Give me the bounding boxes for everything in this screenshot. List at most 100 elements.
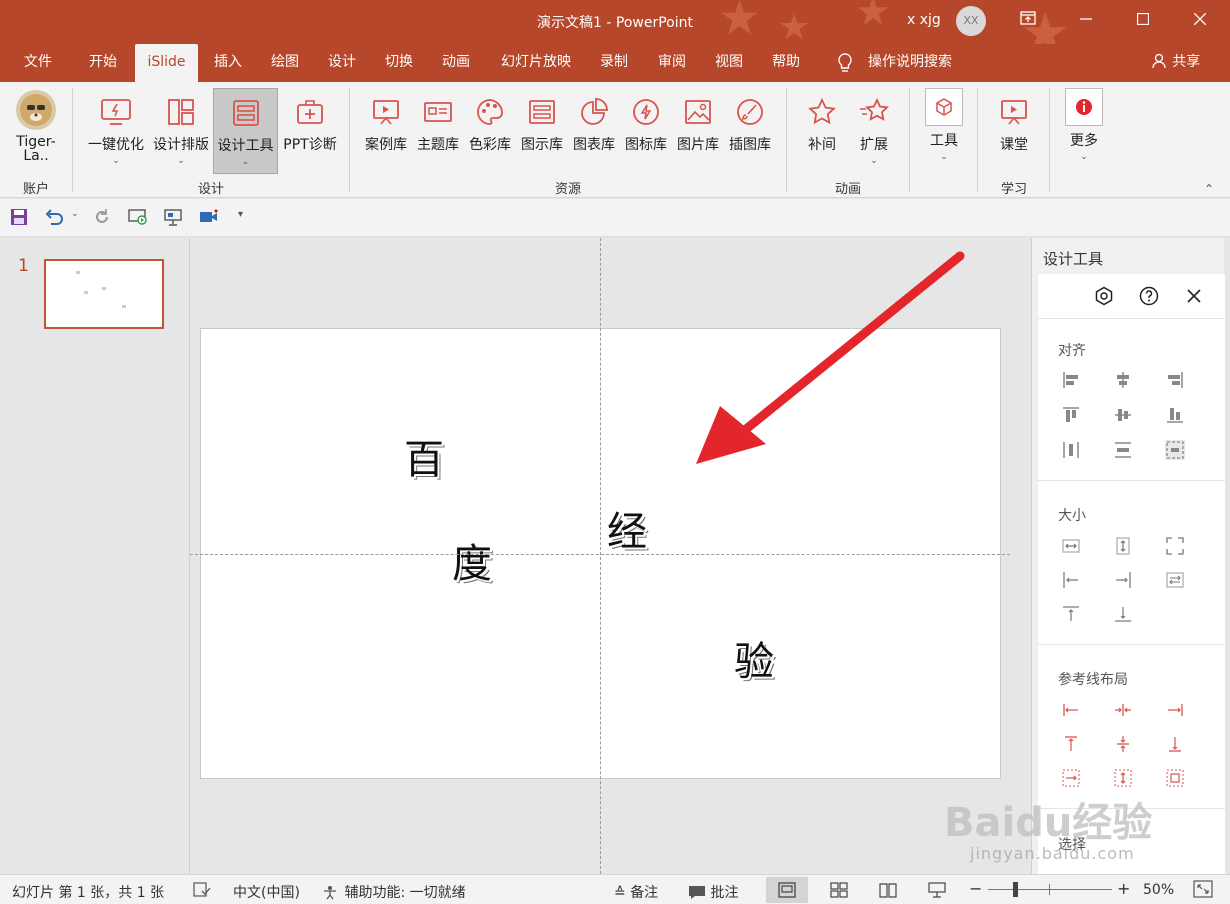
minimize-icon[interactable] xyxy=(1058,0,1114,40)
record-video-icon[interactable] xyxy=(199,208,219,228)
guide-center-v-icon[interactable] xyxy=(1113,734,1133,754)
tab-home[interactable]: 开始 xyxy=(78,44,128,82)
slide-sorter-button[interactable] xyxy=(818,877,860,903)
tab-islide[interactable]: iSlide xyxy=(135,44,198,82)
notes-button[interactable]: ≙ 备注 xyxy=(614,882,658,902)
slide-thumbnail[interactable] xyxy=(44,259,164,329)
tab-insert[interactable]: 插入 xyxy=(204,44,252,82)
vertical-guide-line[interactable] xyxy=(600,238,601,874)
zoom-in-button[interactable]: + xyxy=(1117,879,1130,898)
align-center-icon[interactable] xyxy=(1113,370,1133,390)
guide-center-h-icon[interactable] xyxy=(1113,700,1133,720)
slide-text-char[interactable]: 验 xyxy=(734,629,774,687)
same-width-icon[interactable] xyxy=(1061,536,1081,556)
lightbulb-icon[interactable] xyxy=(830,44,860,82)
tell-me-search[interactable]: 操作说明搜索 xyxy=(862,44,958,82)
comments-button[interactable]: 批注 xyxy=(688,882,738,902)
tools-button[interactable]: 工具 ⌄ xyxy=(918,88,970,174)
zoom-slider-track[interactable] xyxy=(988,889,1112,890)
diagram-library-button[interactable]: 图示库 xyxy=(516,88,568,174)
align-left-icon[interactable] xyxy=(1061,370,1081,390)
close-pane-icon[interactable] xyxy=(1184,286,1204,306)
guide-top-icon[interactable] xyxy=(1061,734,1081,754)
color-library-button[interactable]: 色彩库 xyxy=(464,88,516,174)
align-middle-icon[interactable] xyxy=(1113,405,1133,425)
undo-dropdown-icon[interactable]: ⌄ xyxy=(71,209,79,219)
tab-review[interactable]: 审阅 xyxy=(648,44,696,82)
collapse-ribbon-icon[interactable]: ⌃ xyxy=(1204,182,1214,196)
undo-icon[interactable] xyxy=(44,208,64,228)
guide-bottom-icon[interactable] xyxy=(1165,734,1185,754)
tab-file[interactable]: 文件 xyxy=(14,44,62,82)
tab-view[interactable]: 视图 xyxy=(705,44,753,82)
guide-margin-h-icon[interactable] xyxy=(1061,768,1081,788)
close-icon[interactable] xyxy=(1172,0,1228,40)
classroom-button[interactable]: 课堂 xyxy=(988,88,1040,174)
align-bottom-icon[interactable] xyxy=(1165,405,1185,425)
save-icon[interactable] xyxy=(10,208,30,228)
illustration-library-button[interactable]: 插图库 xyxy=(724,88,776,174)
swap-width-icon[interactable] xyxy=(1165,570,1185,590)
distribute-vertical-icon[interactable] xyxy=(1113,440,1133,460)
design-layout-button[interactable]: 设计排版 ⌄ xyxy=(150,88,212,174)
zoom-out-button[interactable]: − xyxy=(969,879,982,898)
tab-record[interactable]: 录制 xyxy=(590,44,638,82)
slideshow-from-start-icon[interactable] xyxy=(128,208,148,228)
slideshow-view-button[interactable] xyxy=(916,877,958,903)
slide-text-char[interactable]: 度 xyxy=(452,531,492,589)
chart-library-button[interactable]: 图表库 xyxy=(568,88,620,174)
tab-design[interactable]: 设计 xyxy=(318,44,366,82)
user-name[interactable]: x xjg xyxy=(907,12,941,28)
align-top-icon[interactable] xyxy=(1061,405,1081,425)
slide-text-char[interactable]: 百 xyxy=(404,427,444,485)
present-online-icon[interactable] xyxy=(163,208,183,228)
extend-up-icon[interactable] xyxy=(1061,604,1081,624)
guide-left-icon[interactable] xyxy=(1061,700,1081,720)
maximize-icon[interactable] xyxy=(1115,0,1171,40)
picture-library-button[interactable]: 图片库 xyxy=(672,88,724,174)
guide-right-icon[interactable] xyxy=(1165,700,1185,720)
fit-to-window-icon[interactable] xyxy=(1193,880,1213,902)
same-height-icon[interactable] xyxy=(1113,536,1133,556)
guide-frame-icon[interactable] xyxy=(1165,768,1185,788)
normal-view-button[interactable] xyxy=(766,877,808,903)
language-indicator[interactable]: 中文(中国) xyxy=(233,882,300,902)
guide-margin-v-icon[interactable] xyxy=(1113,768,1133,788)
extend-right-icon[interactable] xyxy=(1113,570,1133,590)
accessibility-indicator[interactable]: 辅助功能: 一切就绪 xyxy=(322,882,466,902)
case-library-button[interactable]: 案例库 xyxy=(360,88,412,174)
icon-library-button[interactable]: 图标库 xyxy=(620,88,672,174)
tab-help[interactable]: 帮助 xyxy=(762,44,810,82)
more-button[interactable]: 更多 ⌄ xyxy=(1058,88,1110,174)
account-button[interactable]: Tiger- La.. xyxy=(6,88,66,174)
zoom-slider-thumb[interactable] xyxy=(1013,882,1018,897)
theme-library-button[interactable]: 主题库 xyxy=(412,88,464,174)
user-avatar[interactable]: XX xyxy=(956,6,986,36)
reading-view-button[interactable] xyxy=(867,877,909,903)
tab-slideshow[interactable]: 幻灯片放映 xyxy=(490,44,582,82)
spell-check-icon[interactable] xyxy=(193,882,211,902)
one-click-optimize-button[interactable]: 一键优化 ⌄ xyxy=(84,88,148,174)
zoom-level[interactable]: 50% xyxy=(1143,882,1174,898)
horizontal-guide-line[interactable] xyxy=(190,554,1010,555)
align-right-icon[interactable] xyxy=(1165,370,1185,390)
tween-button[interactable]: 补间 xyxy=(798,88,846,174)
ribbon-display-icon[interactable] xyxy=(1000,0,1056,40)
share-button[interactable]: 共享 xyxy=(1146,44,1206,82)
tab-draw[interactable]: 绘图 xyxy=(261,44,309,82)
extend-down-icon[interactable] xyxy=(1113,604,1133,624)
tab-animations[interactable]: 动画 xyxy=(432,44,480,82)
slide-text-char[interactable]: 经 xyxy=(607,499,647,557)
distribute-horizontal-icon[interactable] xyxy=(1061,440,1081,460)
ppt-diagnose-button[interactable]: PPT诊断 xyxy=(280,88,340,174)
help-icon[interactable] xyxy=(1139,286,1159,306)
extend-left-icon[interactable] xyxy=(1061,570,1081,590)
design-tools-button[interactable]: 设计工具 ⌄ xyxy=(213,88,278,174)
tab-transitions[interactable]: 切换 xyxy=(375,44,423,82)
same-size-icon[interactable] xyxy=(1165,536,1185,556)
redo-icon[interactable] xyxy=(93,208,113,228)
customize-qat-icon[interactable]: ▾ xyxy=(238,209,243,220)
extend-button[interactable]: 扩展 ⌄ xyxy=(850,88,898,174)
settings-hexagon-icon[interactable] xyxy=(1094,286,1114,306)
align-to-slide-icon[interactable] xyxy=(1165,440,1185,460)
